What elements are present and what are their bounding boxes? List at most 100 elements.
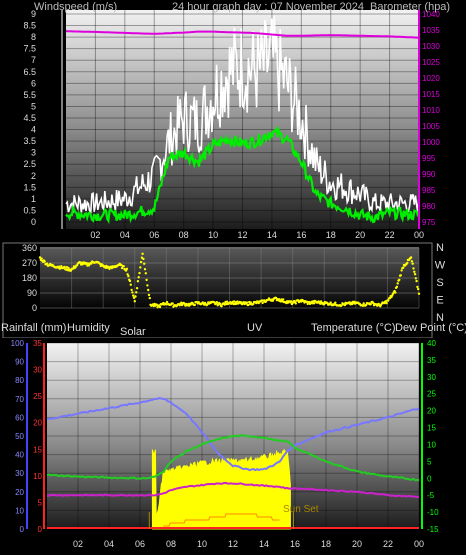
direction-point [139, 260, 143, 264]
barometer-tick-label: 1035 [422, 26, 440, 35]
humidity-tick-label: 90 [15, 358, 24, 367]
direction-tick-label: 360 [22, 243, 37, 253]
panel1-x-tick-label: 22 [385, 230, 395, 240]
temp-tick-label: 5 [427, 457, 432, 466]
direction-point [387, 299, 390, 302]
sun-set-label: Sun Set [283, 504, 319, 515]
direction-point [135, 287, 139, 290]
rain-tick-label: 10 [33, 472, 42, 481]
direction-point [385, 302, 388, 305]
wind-tick-label: 4 [31, 125, 36, 135]
direction-point [146, 284, 149, 287]
direction-point [398, 278, 401, 281]
direction-point [312, 302, 316, 305]
humidity-tick-label: 20 [15, 488, 24, 497]
direction-point [147, 288, 150, 292]
wind-tick-label: 7 [31, 55, 36, 65]
panel3-x-tick-label: 00 [414, 539, 424, 549]
humidity-tick-label: 10 [15, 506, 24, 515]
panel3-x-tick-label: 20 [352, 539, 362, 549]
barometer-tick-label: 1005 [422, 122, 440, 131]
windspeed-label: Windspeed (m/s) [34, 1, 117, 13]
direction-point [413, 270, 416, 273]
barometer-tick-label: 1020 [422, 74, 440, 83]
direction-tick-label: 90 [27, 288, 37, 298]
barometer-tick-label: 995 [422, 154, 436, 163]
direction-point [414, 277, 417, 280]
direction-point [413, 273, 417, 276]
barometer-tick-label: 1010 [422, 106, 440, 115]
direction-point [417, 287, 420, 291]
temp-tick-label: 35 [427, 356, 436, 365]
panel1-x-tick-label: 12 [237, 230, 247, 240]
direction-point [137, 276, 140, 279]
rain-tick-label: 25 [33, 392, 42, 401]
direction-point [334, 301, 337, 304]
direction-point [396, 282, 399, 285]
panel3-x-tick-label: 10 [197, 539, 207, 549]
direction-point [148, 296, 151, 300]
compass-label: W [435, 260, 446, 272]
temp-tick-label: 40 [427, 339, 436, 348]
direction-point [142, 257, 145, 261]
panel1-x-tick-label: 20 [355, 230, 365, 240]
weather-graph: 98.587.576.565.554.543.532.521.510.50104… [0, 0, 466, 555]
humidity-label: Humidity [67, 322, 110, 334]
compass-label: N [436, 242, 444, 254]
direction-point [409, 256, 413, 259]
panel3-x-tick-label: 16 [290, 539, 300, 549]
wind-tick-label: 6 [31, 78, 36, 88]
direction-point [143, 268, 147, 271]
panel1-x-tick-label: 08 [179, 230, 189, 240]
temp-tick-label: 30 [427, 373, 436, 382]
panel1-x-tick-label: 14 [267, 230, 277, 240]
direction-point [143, 262, 146, 265]
temp-tick-label: 10 [427, 440, 436, 449]
barometer-tick-label: 1030 [422, 42, 440, 51]
compass-label: E [436, 295, 443, 307]
panel1-x-tick-label: 06 [149, 230, 159, 240]
rain-tick-label: 0 [38, 525, 43, 534]
direction-point [63, 265, 66, 269]
direction-point [412, 267, 415, 270]
rain-tick-label: 15 [33, 445, 42, 454]
direction-point [394, 291, 397, 294]
wind-tick-label: 3 [31, 148, 36, 158]
panel1-x-tick-label: 10 [208, 230, 218, 240]
direction-point [130, 288, 133, 292]
wind-tick-label: 0.5 [23, 205, 36, 215]
humidity-tick-label: 80 [15, 376, 24, 385]
panel1-x-tick-label: 00 [414, 230, 424, 240]
temperature-label: Temperature (°C) [311, 322, 395, 334]
temp-tick-label: 25 [427, 390, 436, 399]
direction-point [139, 266, 142, 269]
direction-point [215, 301, 219, 304]
direction-point [144, 272, 147, 275]
wind-tick-label: 0 [31, 217, 36, 227]
panel3-x-tick-label: 14 [259, 539, 269, 549]
direction-point [362, 302, 365, 305]
direction-point [147, 293, 151, 297]
rain-tick-label: 5 [38, 498, 43, 507]
dewpoint-label: Dew Point (°C) [395, 322, 466, 334]
barometer-tick-label: 985 [422, 186, 436, 195]
direction-point [400, 269, 403, 272]
direction-point [399, 274, 402, 277]
direction-point [406, 261, 409, 265]
temp-tick-label: 20 [427, 407, 436, 416]
direction-point [282, 298, 285, 301]
direction-point [133, 300, 136, 303]
compass-label: S [436, 277, 443, 289]
temp-tick-label: 0 [427, 474, 432, 483]
direction-point [245, 301, 249, 304]
humidity-tick-label: 40 [15, 451, 24, 460]
temp-tick-label: -5 [427, 491, 435, 500]
direction-point [158, 305, 162, 309]
direction-point [411, 262, 414, 265]
barometer-label: Barometer (hpa) [370, 1, 450, 13]
rain-tick-label: 30 [33, 366, 42, 375]
humidity-tick-label: 0 [20, 525, 25, 534]
panel3-x-tick-label: 04 [104, 539, 114, 549]
rain-tick-label: 35 [33, 339, 42, 348]
direction-point [193, 303, 196, 307]
